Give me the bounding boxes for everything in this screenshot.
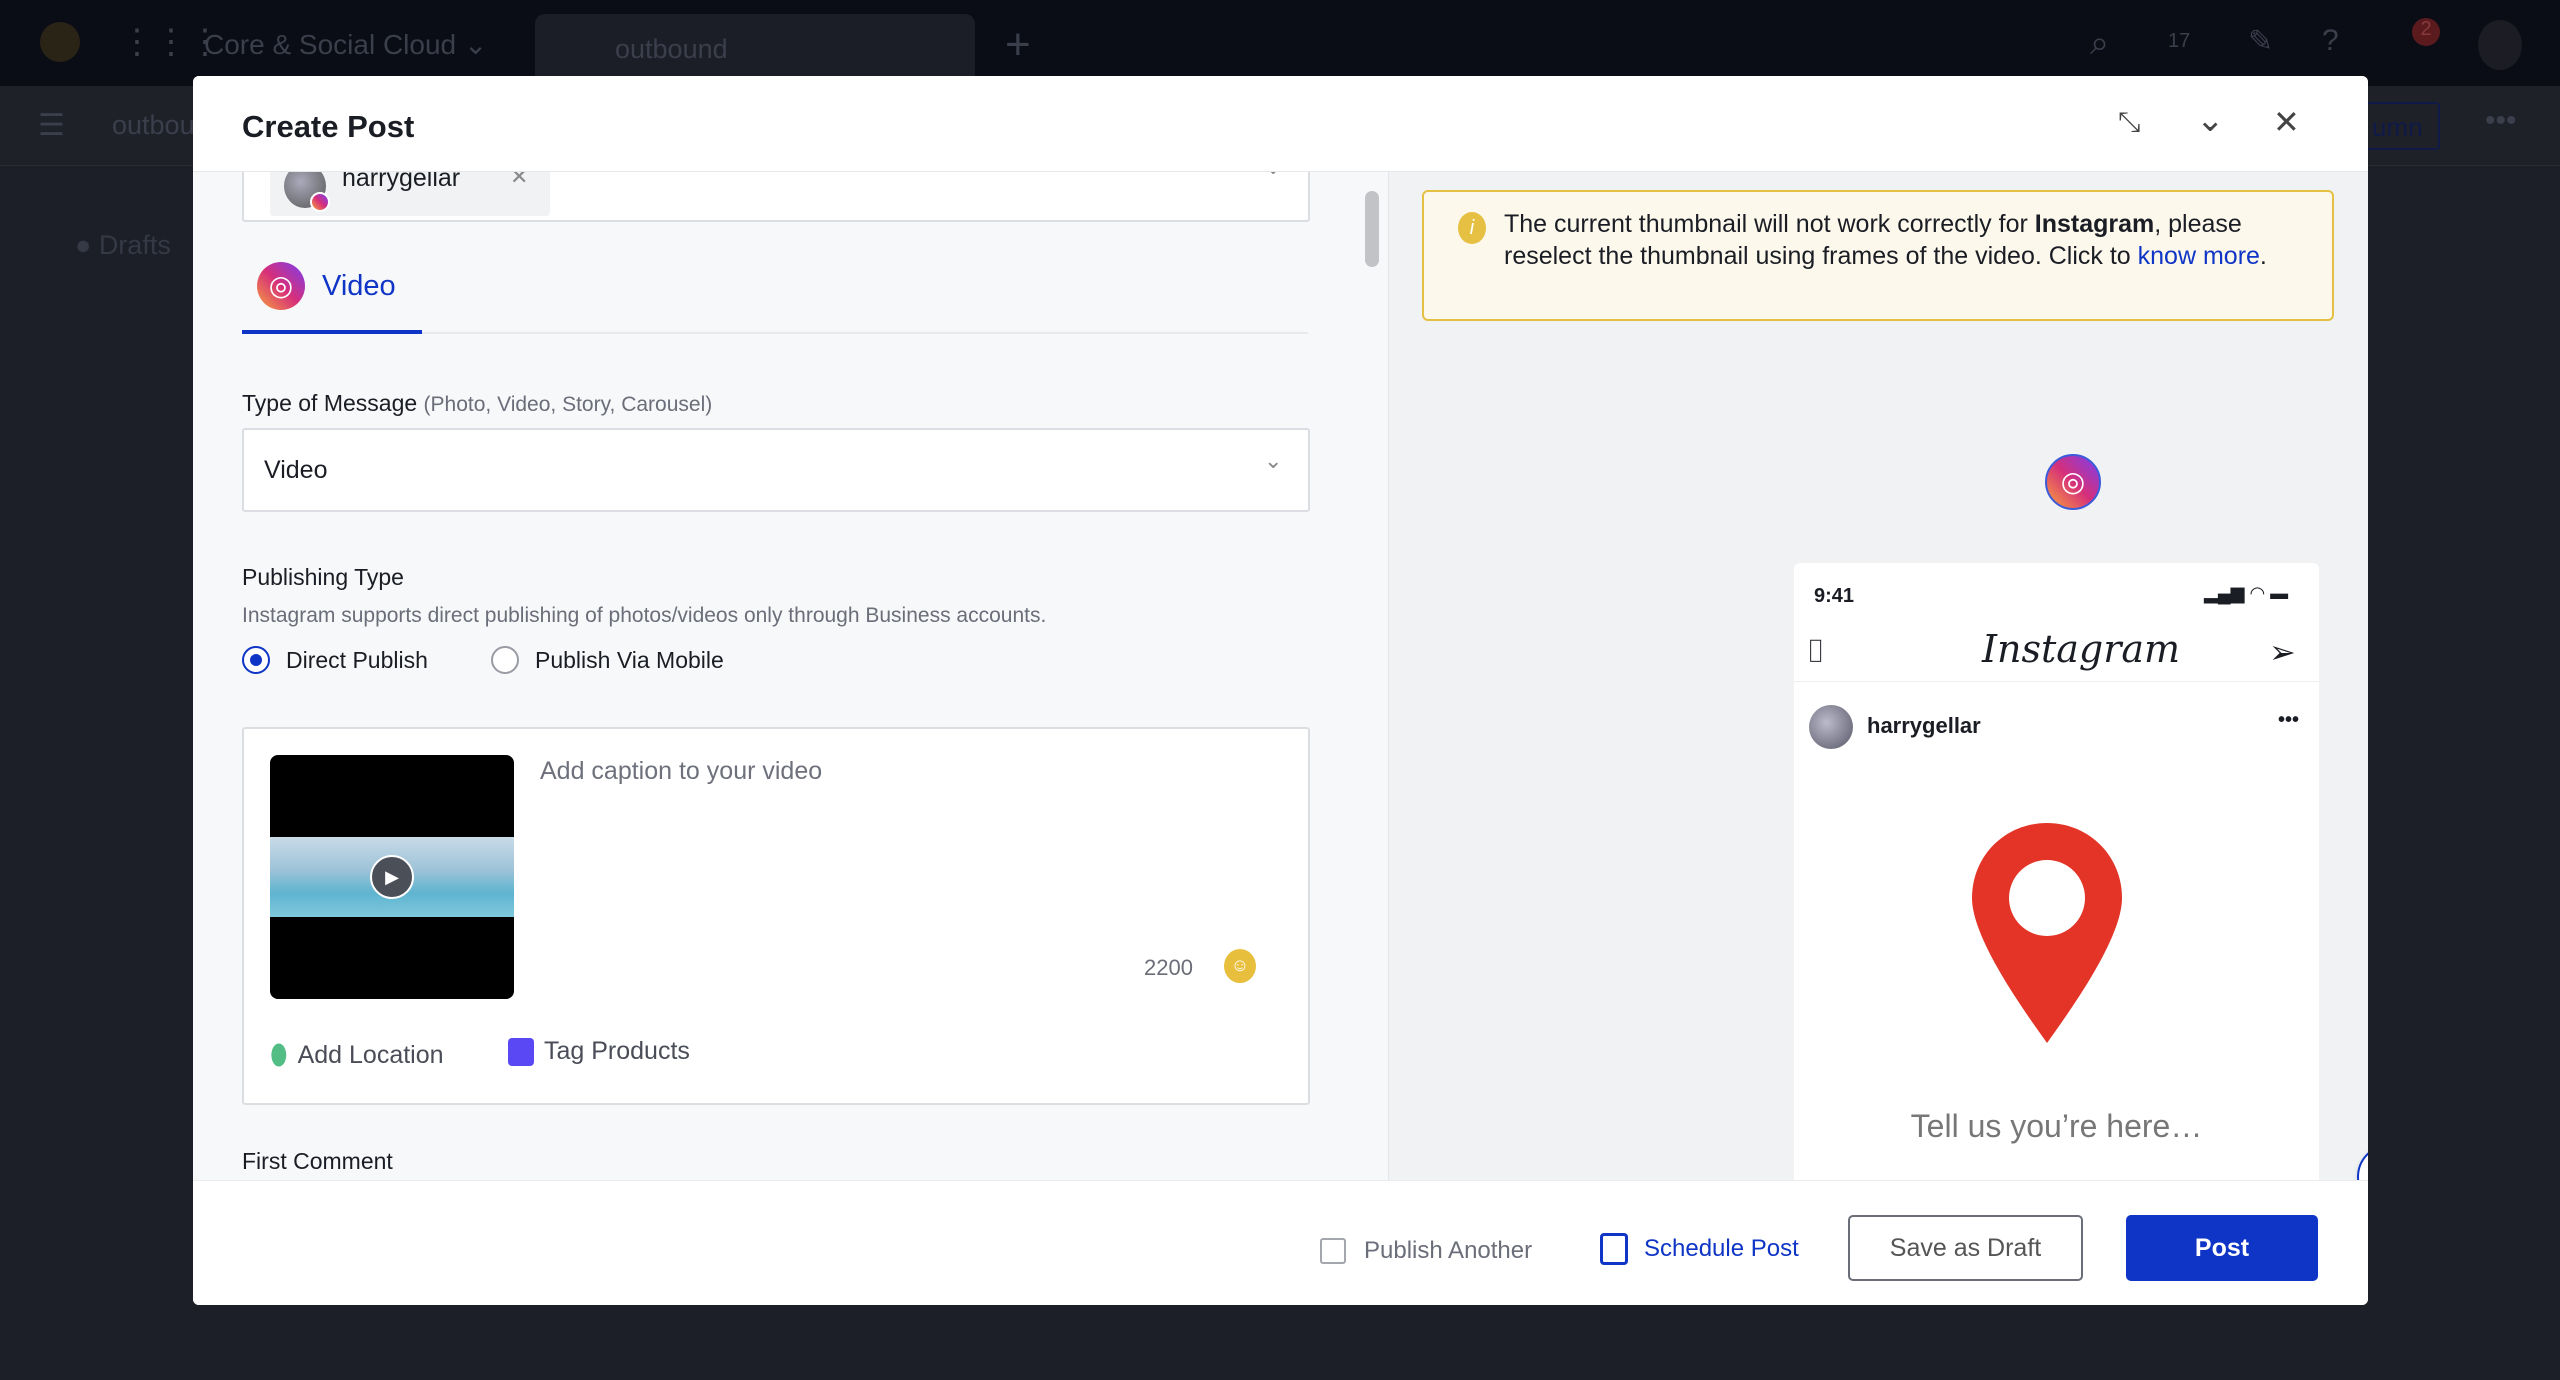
button-label: Add Location xyxy=(297,1041,444,1069)
location-pin-icon: ⬮ xyxy=(270,1039,288,1070)
warning-text-part: The current thumbnail will not work corr… xyxy=(1504,210,2035,238)
type-of-message-label: Type of Message (Photo, Video, Story, Ca… xyxy=(242,390,712,417)
modal-title: Create Post xyxy=(242,109,415,144)
play-icon[interactable]: ▶ xyxy=(370,855,414,899)
publish-another-checkbox[interactable]: Publish Another xyxy=(1320,1237,1532,1265)
thumbnail-warning: i The current thumbnail will not work co… xyxy=(1422,190,2334,321)
sidebar-label: Drafts xyxy=(98,230,171,260)
account-chip[interactable]: harrygellar ✕ xyxy=(270,172,550,216)
checkbox[interactable] xyxy=(1320,1238,1346,1264)
instagram-icon: ◎ xyxy=(257,262,305,310)
instagram-network-icon[interactable]: ◎ xyxy=(2045,454,2101,510)
camera-icon: ⌷ xyxy=(1806,633,1826,669)
search-icon[interactable]: ⌕ xyxy=(2090,24,2109,63)
know-more-link[interactable]: know more xyxy=(2138,242,2260,270)
notification-count: 2 xyxy=(2420,18,2432,40)
instagram-badge-icon xyxy=(310,192,330,212)
calendar-icon[interactable]: 17 xyxy=(2168,30,2190,53)
more-icon[interactable]: ••• xyxy=(2485,104,2517,138)
add-tab-button[interactable]: + xyxy=(1005,20,1031,70)
radio-label: Publish Via Mobile xyxy=(535,646,724,673)
select-value: Video xyxy=(264,456,328,484)
tab-label: Video xyxy=(322,270,396,302)
button-label: Schedule Post xyxy=(1644,1235,1799,1262)
radio-publish-via-mobile[interactable]: Publish Via Mobile xyxy=(491,646,724,674)
instagram-logo: Instagram xyxy=(1982,627,2181,671)
calendar-day: 17 xyxy=(2168,30,2191,52)
left-scrollbar[interactable] xyxy=(1365,191,1379,267)
chevron-down-icon[interactable]: ⌄ xyxy=(1264,172,1282,180)
tab-video[interactable]: ◎ Video xyxy=(242,262,422,334)
account-name: harrygellar xyxy=(342,172,461,192)
help-icon[interactable]: ? xyxy=(2322,24,2339,58)
divider xyxy=(1794,681,2319,682)
phone-preview: 9:41 ▂▄▆ ◠ ▬ ⌷ Instagram ➢ harrygellar •… xyxy=(1794,563,2319,1256)
workspace-name: Core & Social Cloud xyxy=(204,29,457,60)
minimize-icon[interactable]: ⤡ xyxy=(2118,106,2140,139)
warning-text: The current thumbnail will not work corr… xyxy=(1504,208,2284,272)
chevron-down-icon: ⌄ xyxy=(1264,448,1283,473)
tag-products-button[interactable]: Tag Products xyxy=(508,1037,690,1066)
label-text: Type of Message xyxy=(242,390,418,416)
post-avatar xyxy=(1809,705,1853,749)
location-pin-graphic xyxy=(1972,823,2122,1043)
post-more-icon[interactable]: ••• xyxy=(2278,709,2299,732)
caption-input[interactable]: Add caption to your video xyxy=(540,757,822,786)
emoji-icon[interactable]: ☺ xyxy=(1224,949,1256,983)
create-post-modal: Create Post ⤡ ⌄ ✕ harrygellar ✕ ⌄ ◎ Vide… xyxy=(193,76,2368,1305)
radio-direct-publish[interactable]: Direct Publish xyxy=(242,646,428,674)
first-comment-label: First Comment xyxy=(242,1148,393,1174)
notifications-badge[interactable]: 2 xyxy=(2412,18,2440,46)
workspace-switcher[interactable]: Core & Social Cloud ⌄ xyxy=(204,28,487,61)
save-as-draft-button[interactable]: Save as Draft xyxy=(1848,1215,2083,1281)
button-label: Tag Products xyxy=(544,1037,690,1065)
button-label: Post xyxy=(2194,1233,2250,1262)
sidebar-item-drafts[interactable]: ● Drafts xyxy=(75,230,171,261)
type-of-message-select[interactable]: Video ⌄ xyxy=(242,428,1310,512)
publishing-type-description: Instagram supports direct publishing of … xyxy=(242,604,1047,627)
modal-header: Create Post ⤡ ⌄ ✕ xyxy=(193,76,2368,172)
menu-icon[interactable]: ☰ xyxy=(38,108,65,143)
media-text: Tell us you’re here… xyxy=(1910,1108,2203,1144)
warning-bold: Instagram xyxy=(2034,210,2155,238)
collapse-chevron-icon[interactable]: ⌄ xyxy=(2196,100,2225,140)
info-icon: i xyxy=(1458,212,1486,244)
top-nav-bar: ⋮⋮⋮ Core & Social Cloud ⌄ outbound + ⌕ 1… xyxy=(0,0,2560,86)
send-icon: ➢ xyxy=(2269,634,2296,670)
account-select[interactable]: harrygellar ✕ ⌄ xyxy=(242,172,1310,222)
column-button-label: umn xyxy=(2372,112,2423,142)
schedule-post-button[interactable]: Schedule Post xyxy=(1600,1233,1799,1265)
tab-label: outbound xyxy=(615,34,728,64)
status-icons: ▂▄▆ ◠ ▬ xyxy=(2204,583,2289,603)
post-editor-panel: harrygellar ✕ ⌄ ◎ Video Type of Message … xyxy=(193,172,1388,1180)
remove-account-icon[interactable]: ✕ xyxy=(510,172,528,190)
pencil-icon[interactable]: ✎ xyxy=(2248,24,2273,59)
post-username: harrygellar xyxy=(1867,713,1981,738)
close-icon[interactable]: ✕ xyxy=(2273,103,2300,141)
radio-button[interactable] xyxy=(242,646,270,674)
radio-button[interactable] xyxy=(491,646,519,674)
post-button[interactable]: Post xyxy=(2126,1215,2318,1281)
char-count: 2200 xyxy=(1144,955,1193,980)
label-hint: (Photo, Video, Story, Carousel) xyxy=(423,393,713,416)
button-label: Save as Draft xyxy=(1889,1233,2042,1262)
caption-editor: ▶ Add caption to your video 2200 ☺ ⬮ Add… xyxy=(242,727,1310,1105)
publishing-type-label: Publishing Type xyxy=(242,564,404,590)
calendar-icon xyxy=(1600,1233,1628,1265)
tabs-divider xyxy=(422,332,1308,334)
add-location-button[interactable]: ⬮ Add Location xyxy=(270,1039,444,1072)
warning-text-part: . xyxy=(2259,242,2267,270)
modal-footer: Publish Another Schedule Post Save as Dr… xyxy=(193,1180,2368,1305)
video-thumbnail[interactable]: ▶ xyxy=(270,755,514,999)
shopping-bag-icon xyxy=(508,1037,534,1066)
app-logo xyxy=(40,22,80,62)
status-time: 9:41 xyxy=(1814,585,1855,607)
avatar[interactable] xyxy=(2478,20,2522,70)
preview-panel: i The current thumbnail will not work co… xyxy=(1388,172,2368,1256)
checkbox-label: Publish Another xyxy=(1364,1237,1533,1264)
radio-label: Direct Publish xyxy=(286,646,428,673)
